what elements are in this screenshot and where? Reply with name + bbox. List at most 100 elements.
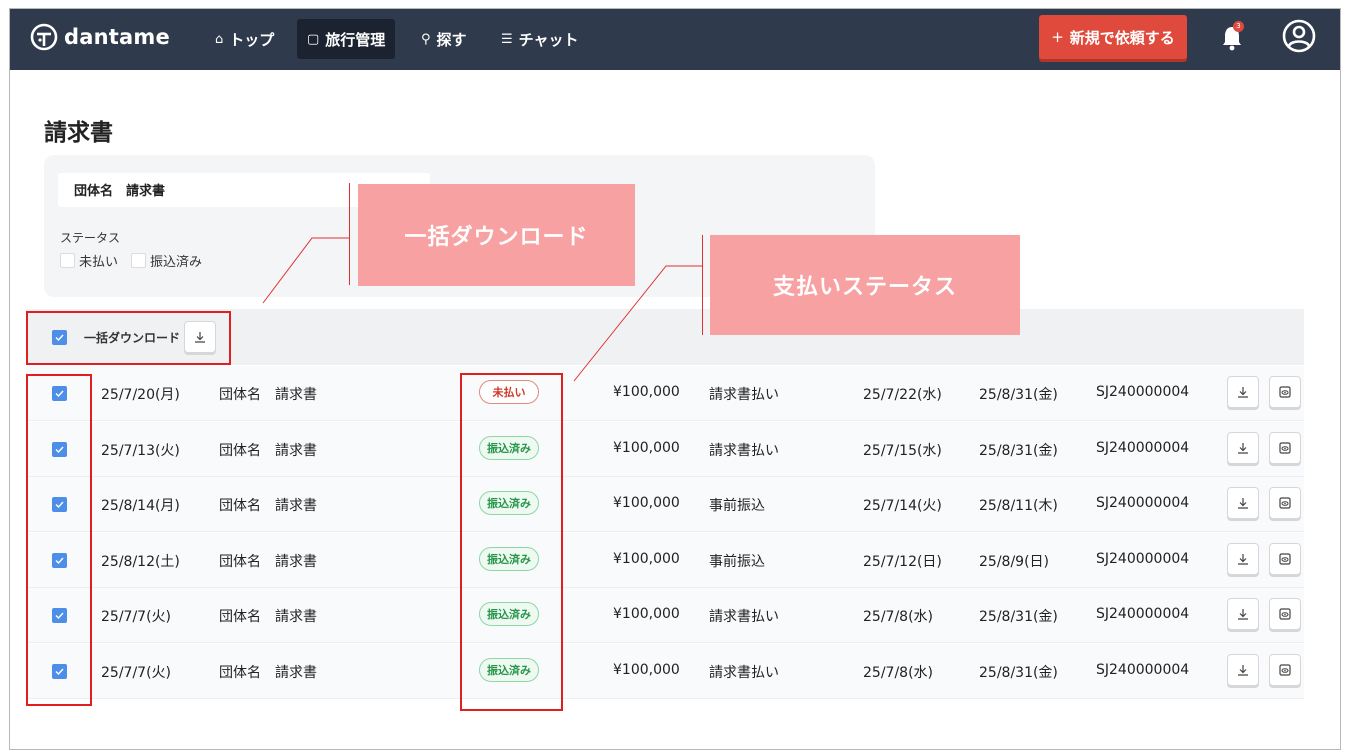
- new-request-button[interactable]: + 新規で依頼する: [1039, 15, 1187, 59]
- notification-badge: 3: [1233, 21, 1244, 32]
- status-filter-label: ステータス: [60, 231, 121, 245]
- payment-method-cell: 事前振込: [709, 498, 765, 514]
- amount-cell: ¥100,000: [613, 550, 680, 567]
- highlight-status-column: [460, 373, 563, 711]
- amount-cell: ¥100,000: [613, 606, 680, 622]
- name-cell: 団体名 請求書: [219, 498, 317, 514]
- status-option-label: 未払い: [79, 255, 119, 270]
- due-date-cell: 25/8/9(日): [979, 553, 1049, 570]
- due-date-cell: 25/8/31(金): [979, 664, 1058, 681]
- due-date-cell: 25/8/31(金): [979, 442, 1058, 459]
- preview-icon: [1279, 663, 1291, 676]
- payment-method-cell: 請求書払い: [709, 442, 779, 459]
- table-row: 25/7/13(火) 団体名 請求書 ¥100,000 請求書払い 25/7/15(水)…: [26, 421, 1304, 477]
- table-row: 25/8/14(月) 団体名 請求書 ¥100,000 事前振込 25/7/14(火) 2…: [26, 477, 1304, 532]
- nav-item-label: トップ: [229, 30, 275, 49]
- payment-method-cell: 請求書払い: [709, 664, 779, 681]
- logo-icon: [30, 23, 58, 51]
- download-button[interactable]: [1227, 653, 1259, 686]
- highlight-bulk-download: [26, 311, 231, 365]
- preview-icon: [1279, 441, 1291, 454]
- payment-method-cell: 請求書払い: [709, 387, 779, 403]
- table-row: 25/7/7(火) 団体名 請求書 ¥100,000 請求書払い 25/7/8(水) 25…: [26, 643, 1304, 699]
- issue-date-cell: 25/7/12(日): [863, 553, 942, 570]
- nav-item-label: チャット: [518, 30, 579, 49]
- preview-button[interactable]: [1269, 376, 1301, 408]
- due-date-cell: 25/8/11(木): [979, 498, 1058, 514]
- date-cell: 25/7/20(月): [101, 387, 180, 403]
- nav-item-chat[interactable]: ☰ チャット: [491, 19, 589, 59]
- preview-button[interactable]: [1269, 542, 1301, 575]
- invoice-code-cell: SJ240000004: [1096, 495, 1190, 511]
- download-icon: [1238, 498, 1248, 509]
- plus-icon: +: [1051, 28, 1064, 46]
- status-option-paid[interactable]: 振込済み: [131, 251, 202, 270]
- status-option-label: 振込済み: [150, 255, 203, 270]
- download-icon: [1238, 553, 1248, 565]
- due-date-cell: 25/8/31(金): [979, 387, 1058, 403]
- name-cell: 団体名 請求書: [219, 387, 317, 403]
- nav-item-label: 探す: [436, 30, 467, 49]
- annotation-bar: [349, 183, 350, 285]
- chat-icon: ☰: [501, 31, 513, 47]
- download-icon: [1238, 387, 1248, 398]
- date-cell: 25/7/7(火): [101, 664, 171, 681]
- preview-button[interactable]: [1269, 487, 1301, 519]
- amount-cell: ¥100,000: [613, 661, 680, 678]
- download-button[interactable]: [1227, 598, 1259, 630]
- payment-method-cell: 事前振込: [709, 553, 765, 570]
- preview-icon: [1279, 552, 1291, 565]
- app-window: dantame ⌂ トップ ▢ 旅行管理 ⚲ 探す ☰ チャット + 新規で依頼…: [9, 8, 1341, 750]
- name-cell: 団体名 請求書: [219, 553, 317, 570]
- table-row: 25/7/7(火) 団体名 請求書 ¥100,000 請求書払い 25/7/8(水) 25…: [26, 588, 1304, 643]
- name-cell: 団体名 請求書: [219, 664, 317, 681]
- invoice-code-cell: SJ240000004: [1096, 661, 1190, 678]
- checkbox[interactable]: [131, 253, 146, 268]
- nav-item-top[interactable]: ⌂ トップ: [205, 19, 284, 59]
- search-icon: ⚲: [421, 31, 431, 47]
- preview-button[interactable]: [1269, 653, 1301, 686]
- date-cell: 25/8/14(月): [101, 498, 180, 514]
- brand-logo[interactable]: dantame: [30, 23, 170, 51]
- user-avatar-icon[interactable]: [1282, 19, 1316, 53]
- brand-name: dantame: [64, 25, 170, 49]
- amount-cell: ¥100,000: [613, 495, 680, 511]
- status-option-unpaid[interactable]: 未払い: [60, 251, 118, 270]
- preview-button[interactable]: [1269, 431, 1301, 464]
- download-icon: [1238, 664, 1248, 676]
- date-cell: 25/7/7(火): [101, 609, 171, 625]
- preview-icon: [1279, 497, 1291, 509]
- nav-item-search[interactable]: ⚲ 探す: [411, 19, 477, 59]
- date-cell: 25/7/13(火): [101, 442, 180, 459]
- issue-date-cell: 25/7/8(水): [863, 609, 933, 625]
- name-cell: 団体名 請求書: [219, 609, 317, 625]
- nav-item-label: 旅行管理: [325, 30, 386, 49]
- new-request-label: 新規で依頼する: [1069, 28, 1175, 47]
- download-button[interactable]: [1227, 376, 1259, 408]
- invoice-code-cell: SJ240000004: [1096, 384, 1190, 400]
- download-icon: [1238, 609, 1248, 620]
- issue-date-cell: 25/7/15(水): [863, 442, 942, 459]
- nav-item-travel-management[interactable]: ▢ 旅行管理: [297, 19, 396, 59]
- issue-date-cell: 25/7/14(火): [863, 498, 942, 514]
- download-button[interactable]: [1227, 487, 1259, 519]
- preview-icon: [1279, 386, 1291, 398]
- download-icon: [1238, 442, 1248, 454]
- top-navbar: dantame ⌂ トップ ▢ 旅行管理 ⚲ 探す ☰ チャット + 新規で依頼…: [10, 9, 1340, 70]
- page-title: 請求書: [44, 120, 113, 146]
- issue-date-cell: 25/7/8(水): [863, 664, 933, 681]
- annotation-bulk-download: 一括ダウンロード: [358, 184, 635, 286]
- invoice-code-cell: SJ240000004: [1096, 606, 1190, 622]
- download-button[interactable]: [1227, 542, 1259, 575]
- annotation-payment-status: 支払いステータス: [710, 235, 1020, 335]
- preview-button[interactable]: [1269, 598, 1301, 630]
- checkbox[interactable]: [60, 253, 75, 268]
- date-cell: 25/8/12(土): [101, 553, 180, 570]
- invoice-code-cell: SJ240000004: [1096, 439, 1190, 456]
- payment-method-cell: 請求書払い: [709, 609, 779, 625]
- table-row: 25/8/12(土) 団体名 請求書 ¥100,000 事前振込 25/7/12(日) 2…: [26, 532, 1304, 588]
- download-button[interactable]: [1227, 431, 1259, 464]
- invoice-code-cell: SJ240000004: [1096, 550, 1190, 567]
- amount-cell: ¥100,000: [613, 439, 680, 456]
- highlight-row-checkboxes: [26, 374, 92, 706]
